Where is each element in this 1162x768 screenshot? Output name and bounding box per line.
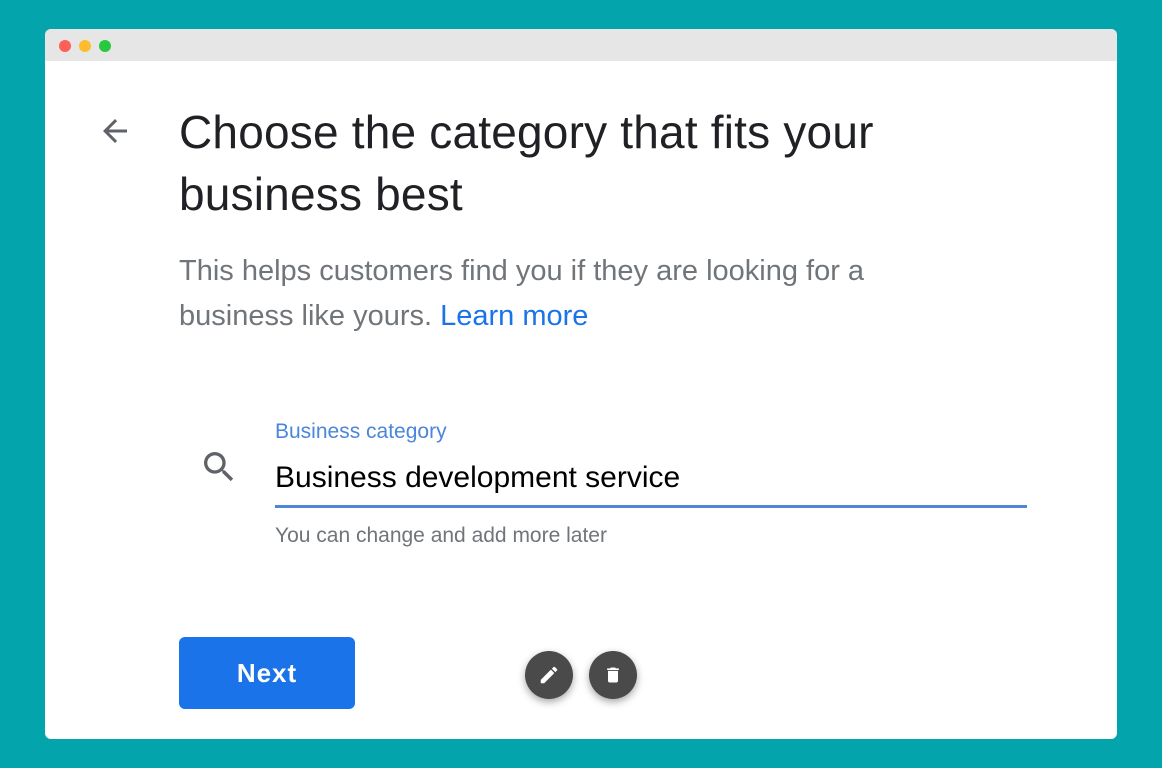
trash-icon: [607, 667, 619, 683]
edit-button[interactable]: [525, 651, 573, 699]
field-helper-text: You can change and add more later: [275, 524, 607, 547]
close-window-button[interactable]: [59, 40, 71, 52]
arrow-back-icon: [103, 119, 127, 143]
next-button[interactable]: Next: [179, 637, 355, 709]
window-titlebar: [45, 29, 1117, 61]
maximize-window-button[interactable]: [99, 40, 111, 52]
page-subtitle: This helps customers find you if they ar…: [179, 249, 979, 339]
minimize-window-button[interactable]: [79, 40, 91, 52]
search-icon: [204, 452, 234, 482]
business-category-field: Business category You can change and add…: [275, 417, 1027, 548]
pencil-icon: [540, 666, 558, 684]
page-title: Choose the category that fits your busin…: [179, 106, 874, 220]
browser-window: Choose the category that fits your busin…: [45, 29, 1117, 739]
business-category-label: Business category: [275, 420, 447, 443]
delete-button[interactable]: [589, 651, 637, 699]
learn-more-link[interactable]: Learn more: [440, 300, 588, 332]
business-category-input[interactable]: [275, 451, 1027, 508]
back-button[interactable]: [95, 111, 135, 151]
